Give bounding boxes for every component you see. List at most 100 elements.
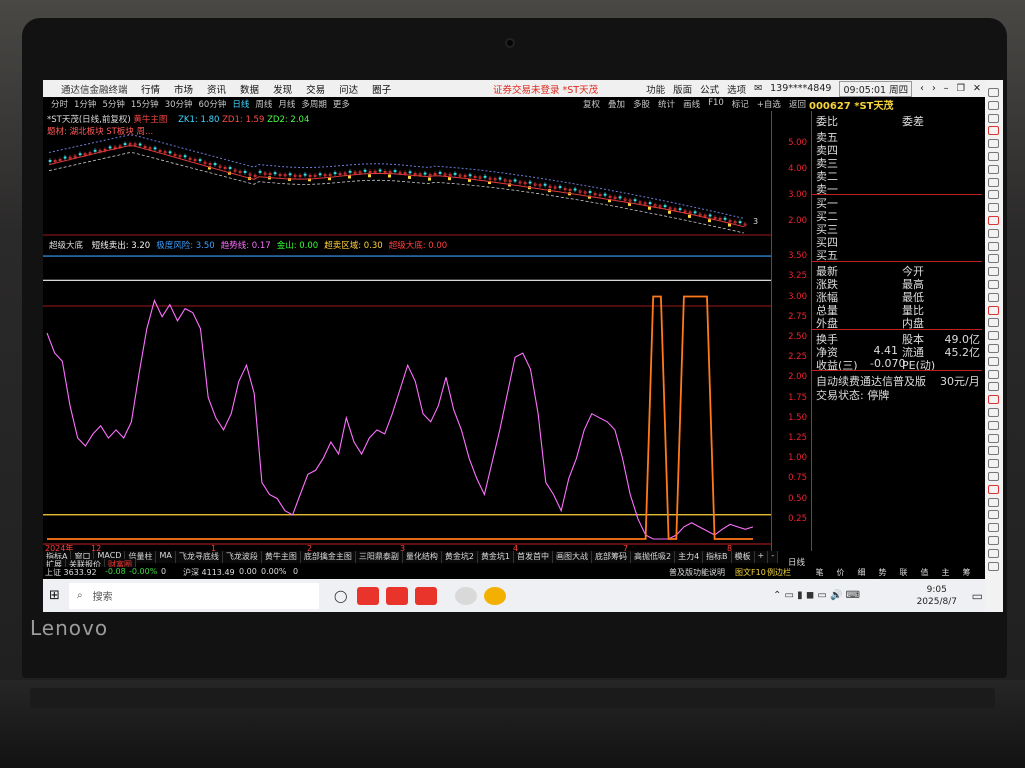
indicator-tab-17[interactable]: 主力4 [675,551,704,563]
task-view-icon[interactable]: ◯ [334,589,347,603]
panel-tab-1[interactable]: 价 [830,567,851,578]
tool-strip-icon[interactable] [988,100,999,110]
tool-strip-icon[interactable] [988,356,999,366]
period-tab-10[interactable]: 更多 [333,98,350,110]
tool-strip-icon[interactable] [988,280,999,289]
tool-strip-icon[interactable] [988,267,999,277]
tool-strip-icon[interactable] [988,152,999,161]
menu-item-0[interactable]: 行情 [141,82,160,96]
indicator-tab-right-1[interactable]: 模板 [731,551,755,563]
tool-strip-icon[interactable] [988,113,999,123]
tool-strip-icon[interactable] [988,420,999,430]
menu-item-function[interactable]: 功能 [646,82,665,96]
indicator-tab-8[interactable]: 底部擒金主图 [300,551,356,563]
panel-tab-2[interactable]: 细 [851,567,872,578]
sz-index[interactable]: 沪深 4113.49 [183,567,235,578]
period-tab-2[interactable]: 5分钟 [102,98,124,110]
indicator-tab-4[interactable]: MA [156,551,176,563]
indicator-tab-6[interactable]: 飞龙波段 [222,551,262,563]
indicator-tab-right-2[interactable]: + [754,551,769,563]
menu-item-options[interactable]: 选项 [727,82,746,96]
tool-strip-icon[interactable] [988,510,999,520]
f10-link[interactable]: 图文F10 [735,567,766,578]
taskbar-clock[interactable]: 9:05 2025/8/7 [917,584,957,608]
tool-strip-icon[interactable] [988,126,999,136]
windows-start-icon[interactable]: ⊞ [49,588,60,603]
period-tab-7[interactable]: 周线 [255,98,272,110]
tool-strip-icon[interactable] [988,344,999,353]
period-tab-5[interactable]: 60分钟 [199,98,227,110]
tool-strip-icon[interactable] [988,203,999,213]
indicator-tab-12[interactable]: 黄金坑1 [477,551,515,563]
tool-strip-icon[interactable] [988,318,999,328]
tool-strip-icon[interactable] [988,395,999,405]
user-phone[interactable]: 139****4849 [770,83,831,94]
indicator-tab-14[interactable]: 画图大战 [553,551,593,563]
tool-button-1[interactable]: 叠加 [608,98,625,110]
tool-strip-icon[interactable] [988,305,999,315]
tool-strip-icon[interactable] [988,472,999,481]
tool-button-4[interactable]: 画线 [683,98,700,110]
period-tab-9[interactable]: 多周期 [301,98,327,110]
sh-index[interactable]: 上证 3633.92 [45,567,97,578]
period-tab-6[interactable]: 日线 [232,98,249,110]
notification-icon[interactable]: ▭ [972,589,983,603]
tdx-app-icon-3[interactable] [415,586,437,605]
menu-item-1[interactable]: 市场 [174,82,193,96]
period-tab-8[interactable]: 月线 [278,98,295,110]
indicator-tab-7[interactable]: 黄牛主图 [261,551,301,563]
indicator-tab-11[interactable]: 黄金坑2 [441,551,478,563]
period-tab-0[interactable]: 分时 [51,98,68,110]
tool-strip-icon[interactable] [988,177,999,187]
promo-banner[interactable]: 自动续费通达信普及版 30元/月 [816,373,980,388]
cloud-app-icon[interactable] [455,586,477,605]
panel-tab-7[interactable]: 筹 [956,567,977,578]
tool-button-7[interactable]: +自选 [757,98,781,110]
tool-strip-icon[interactable] [988,216,999,225]
tool-strip-icon[interactable] [988,446,999,456]
menu-item-2[interactable]: 资讯 [207,82,226,96]
tool-button-0[interactable]: 复权 [583,98,600,110]
panel-tab-5[interactable]: 值 [914,567,935,578]
tool-strip-icon[interactable] [988,433,999,443]
indicator-tab-15[interactable]: 底部筹码 [592,551,632,563]
panel-tab-4[interactable]: 联 [893,567,914,578]
tool-strip-icon[interactable] [988,548,999,558]
indicator-tab-5[interactable]: 飞龙寻底线 [175,551,223,563]
menu-item-formula[interactable]: 公式 [700,82,719,96]
menu-item-6[interactable]: 问达 [339,82,358,96]
indicator-name[interactable]: 黄牛主图 [133,115,167,125]
tdx-app-icon-2[interactable] [386,586,408,605]
menu-item-layout[interactable]: 版面 [673,82,692,96]
tool-strip-icon[interactable] [988,254,999,264]
tool-strip-icon[interactable] [988,139,999,149]
qq-icon[interactable] [484,586,506,605]
tool-strip-icon[interactable] [988,561,999,571]
menu-item-3[interactable]: 数据 [240,82,259,96]
forward-icon[interactable]: › [932,83,936,94]
maximize-icon[interactable]: ❐ [957,83,966,94]
tool-strip-icon[interactable] [988,536,999,545]
sub-chart-name[interactable]: 超级大底 [49,241,83,251]
feature-doc-link[interactable]: 普及版功能说明 [669,567,725,578]
panel-tab-3[interactable]: 势 [872,567,893,578]
tool-strip-icon[interactable] [988,523,999,533]
panel-tab-0[interactable]: 笔 [809,567,830,578]
period-tab-3[interactable]: 15分钟 [131,98,159,110]
tool-strip-icon[interactable] [988,228,999,238]
menu-item-5[interactable]: 交易 [306,82,325,96]
tool-button-6[interactable]: 标记 [732,98,749,110]
tool-strip-icon[interactable] [988,241,999,251]
stock-code[interactable]: 000627 *ST天茂 [809,97,893,112]
period-tab-4[interactable]: 30分钟 [165,98,193,110]
tool-strip-icon[interactable] [988,484,999,494]
chart-area[interactable]: 3 2024年 12 1 2 3 4 7 8 *ST天茂(日线,前复权) 黄牛主图 ZK1: … [43,111,771,553]
tool-strip-icon[interactable] [988,408,999,417]
indicator-tab-right-3[interactable]: - [768,551,779,563]
menu-item-7[interactable]: 圈子 [372,82,391,96]
tool-button-3[interactable]: 统计 [658,98,675,110]
back-icon[interactable]: ‹ [920,83,924,94]
tool-strip-icon[interactable] [988,164,999,174]
tool-strip-icon[interactable] [988,88,999,97]
tool-strip-icon[interactable] [988,292,999,302]
